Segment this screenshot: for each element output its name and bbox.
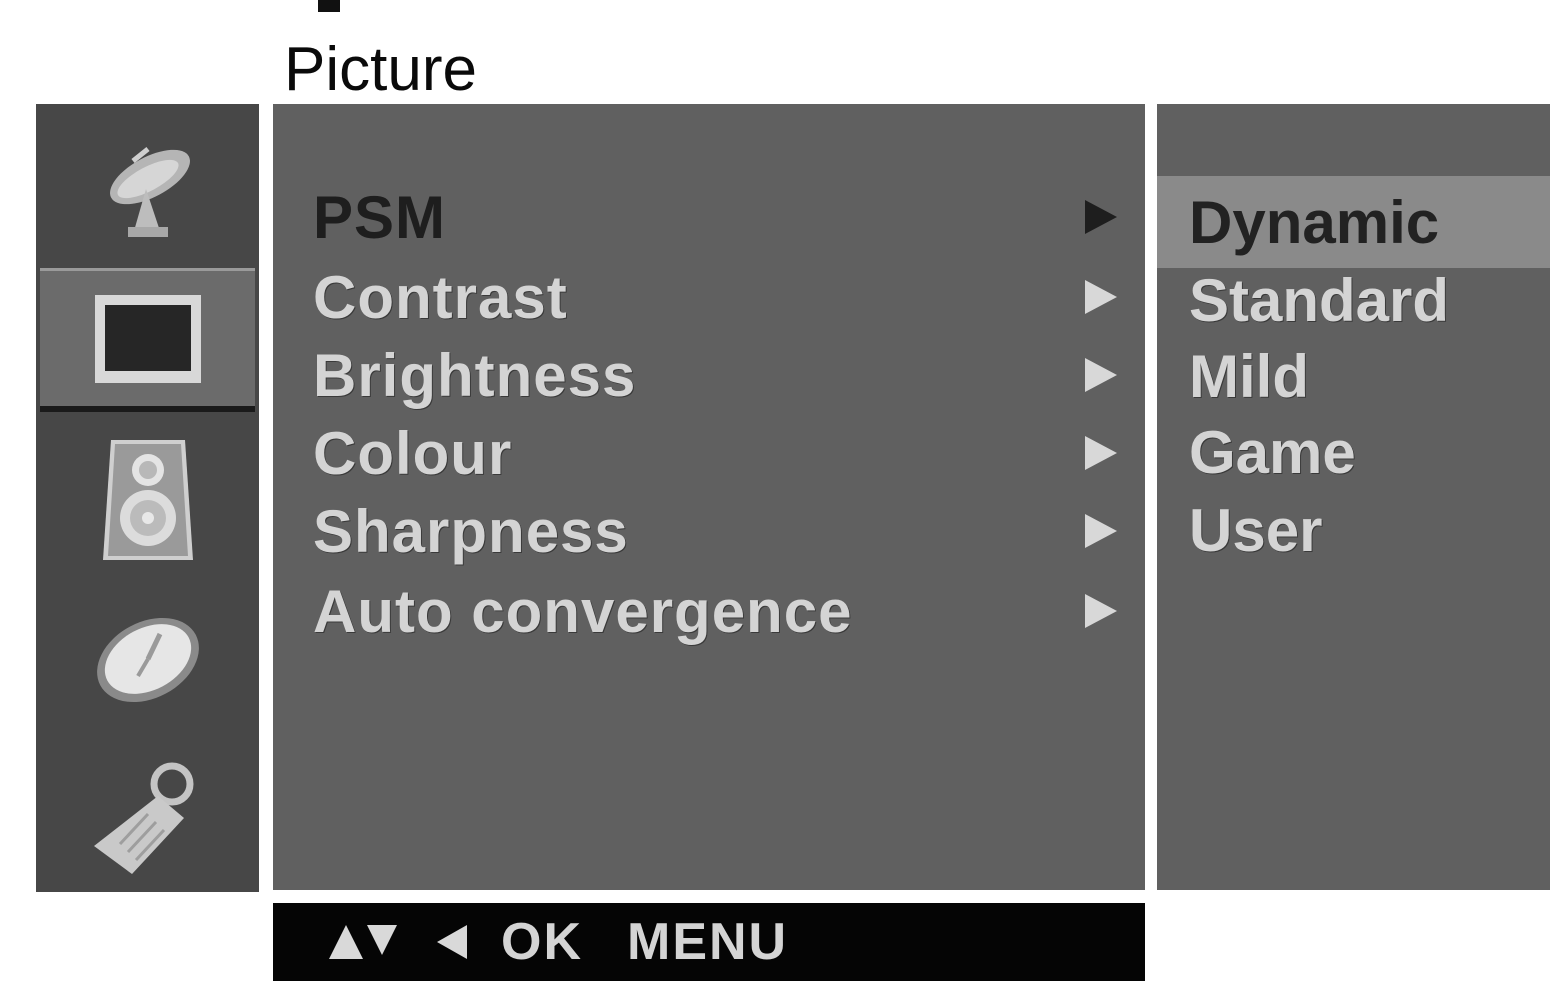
right-arrow-icon (1085, 358, 1117, 392)
option-label: Game (1189, 418, 1356, 486)
navigation-hint-bar: OK MENU (273, 903, 1145, 981)
menu-item-label: Colour (313, 419, 513, 487)
menu-item-label: PSM (313, 183, 447, 251)
psm-options-panel: Dynamic Standard Mild Game User (1157, 104, 1550, 890)
option-label: Dynamic (1189, 188, 1440, 256)
key-tag-icon (93, 762, 193, 874)
sidebar-item-picture[interactable] (40, 268, 255, 412)
psm-option-dynamic[interactable]: Dynamic (1157, 176, 1550, 268)
satellite-dish-icon (109, 147, 190, 237)
menu-item-label: Contrast (313, 263, 568, 331)
right-arrow-icon (1085, 514, 1117, 548)
picture-menu-panel: PSM Contrast Brightness Colour Sharpness… (273, 104, 1145, 890)
menu-item-label: Sharpness (313, 497, 629, 565)
ok-hint-label: OK (501, 913, 583, 971)
psm-option-game[interactable]: Game (1157, 414, 1550, 490)
cropped-heading-fragment (318, 0, 340, 12)
sidebar-item-station[interactable] (36, 116, 259, 266)
menu-item-brightness[interactable]: Brightness (313, 338, 1123, 412)
menu-item-sharpness[interactable]: Sharpness (313, 494, 1123, 568)
up-arrow-icon (329, 925, 363, 959)
menu-item-label: Brightness (313, 341, 637, 409)
menu-item-label: Auto convergence (313, 577, 853, 645)
menu-category-sidebar (36, 104, 259, 892)
sidebar-item-special[interactable] (36, 742, 259, 892)
psm-option-user[interactable]: User (1157, 492, 1550, 568)
option-label: Mild (1189, 342, 1309, 410)
menu-item-colour[interactable]: Colour (313, 416, 1123, 490)
sidebar-item-sound[interactable] (36, 426, 259, 576)
psm-option-mild[interactable]: Mild (1157, 338, 1550, 414)
speaker-icon (102, 440, 193, 560)
menu-hint-label: MENU (627, 913, 789, 971)
sidebar-item-time[interactable] (36, 584, 259, 734)
option-label: Standard (1189, 266, 1450, 334)
page-title: Picture (284, 35, 477, 104)
menu-item-psm[interactable]: PSM (313, 180, 1123, 254)
left-arrow-icon (437, 925, 467, 959)
down-arrow-icon (367, 925, 397, 955)
right-arrow-icon (1085, 436, 1117, 470)
psm-option-standard[interactable]: Standard (1157, 262, 1550, 338)
right-arrow-icon (1085, 200, 1117, 234)
clock-icon (96, 617, 199, 703)
picture-screen-icon (94, 294, 201, 383)
tv-osd-screen: Picture PSM Contrast Brightness Colour S… (0, 0, 1550, 981)
right-arrow-icon (1085, 594, 1117, 628)
menu-item-auto-convergence[interactable]: Auto convergence (313, 574, 1123, 648)
option-label: User (1189, 496, 1323, 564)
menu-item-contrast[interactable]: Contrast (313, 260, 1123, 334)
right-arrow-icon (1085, 280, 1117, 314)
